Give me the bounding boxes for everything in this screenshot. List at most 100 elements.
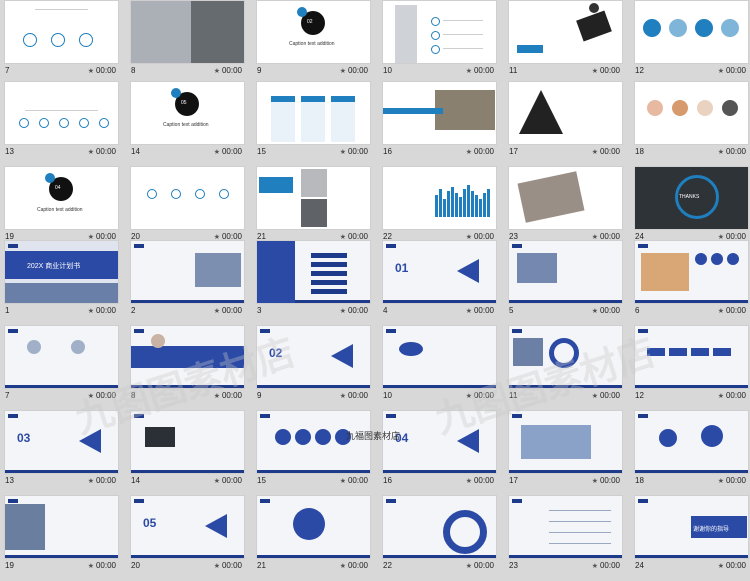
slide-thumbnail[interactable]: 05 Caption text addition 14 ★ 00:00 <box>126 81 251 166</box>
slide-preview[interactable] <box>382 325 497 389</box>
slide-number: 10 <box>383 391 392 400</box>
slide-thumbnail[interactable]: 22 ★ 00:00 <box>378 166 503 251</box>
slide-caption: Caption text addition <box>289 41 335 47</box>
slide-thumbnail[interactable]: 22 ★ 00:00 <box>378 495 503 580</box>
chart-bar <box>459 197 462 217</box>
slide-preview[interactable] <box>4 81 119 145</box>
slide-thumbnail[interactable]: 5 ★ 00:00 <box>504 240 629 325</box>
slide-thumbnail[interactable]: 7 ★ 00:00 <box>0 325 125 410</box>
slide-thumbnail[interactable]: 202X 商业计划书 1 ★ 00:00 <box>0 240 125 325</box>
slide-thumbnail[interactable]: 15 ★ 00:00 <box>252 410 377 495</box>
slide-thumbnail[interactable]: 10 ★ 00:00 <box>378 0 503 85</box>
slide-thumbnail[interactable]: 19 ★ 00:00 <box>0 495 125 580</box>
slide-preview[interactable]: 03 <box>4 410 119 474</box>
slide-preview[interactable] <box>256 410 371 474</box>
text-line <box>549 510 611 511</box>
slide-thumbnail[interactable]: 8 ★ 00:00 <box>126 325 251 410</box>
slide-preview[interactable] <box>4 325 119 389</box>
slide-preview[interactable] <box>634 410 749 474</box>
slide-preview[interactable] <box>508 166 623 230</box>
slide-preview[interactable] <box>634 240 749 304</box>
slide-thumbnail[interactable]: 02 9 ★ 00:00 <box>252 325 377 410</box>
chart-bar <box>475 195 478 217</box>
slide-preview[interactable] <box>130 240 245 304</box>
slide-thumbnail[interactable]: 14 ★ 00:00 <box>126 410 251 495</box>
slide-time: 00:00 <box>95 561 116 570</box>
slide-time: 00:00 <box>221 66 242 75</box>
slide-preview[interactable]: 202X 商业计划书 <box>4 240 119 304</box>
slide-preview[interactable] <box>634 0 749 64</box>
avatar <box>27 340 41 354</box>
slide-thumbnail[interactable]: 05 20 ★ 00:00 <box>126 495 251 580</box>
slide-thumbnail[interactable]: 17 ★ 00:00 <box>504 81 629 166</box>
slide-thumbnail[interactable]: 23 ★ 00:00 <box>504 495 629 580</box>
slide-thumbnail[interactable]: 17 ★ 00:00 <box>504 410 629 495</box>
slide-thumbnail[interactable]: 04 16 ★ 00:00 <box>378 410 503 495</box>
slide-thumbnail[interactable]: 13 ★ 00:00 <box>0 81 125 166</box>
slide-thumbnail[interactable]: 10 ★ 00:00 <box>378 325 503 410</box>
slide-thumbnail[interactable]: 谢谢你的指导 24 ★ 00:00 <box>630 495 750 580</box>
slide-thumbnail[interactable]: 12 ★ 00:00 <box>630 0 750 85</box>
logo-mark <box>134 499 144 503</box>
slide-thumbnail[interactable]: 11 ★ 00:00 <box>504 325 629 410</box>
slide-preview[interactable] <box>256 81 371 145</box>
slide-preview[interactable] <box>508 0 623 64</box>
slide-preview[interactable] <box>508 325 623 389</box>
slide-preview[interactable] <box>508 240 623 304</box>
slide-thumbnail[interactable]: 23 ★ 00:00 <box>504 166 629 251</box>
slide-thumbnail[interactable]: 18 ★ 00:00 <box>630 81 750 166</box>
slide-preview[interactable]: 05 Caption text addition <box>130 81 245 145</box>
slide-preview[interactable] <box>130 410 245 474</box>
triangle-graphic <box>519 90 563 134</box>
slide-preview[interactable] <box>508 81 623 145</box>
slide-thumbnail[interactable]: 18 ★ 00:00 <box>630 410 750 495</box>
slide-thumbnail[interactable]: 6 ★ 00:00 <box>630 240 750 325</box>
slide-thumbnail[interactable]: 12 ★ 00:00 <box>630 325 750 410</box>
slide-preview[interactable]: 01 <box>382 240 497 304</box>
slide-preview[interactable] <box>130 0 245 64</box>
slide-preview[interactable] <box>634 81 749 145</box>
slide-preview[interactable]: THANKS <box>634 166 749 230</box>
slide-preview[interactable] <box>130 166 245 230</box>
slide-thumbnail[interactable]: 21 ★ 00:00 <box>252 166 377 251</box>
slide-preview[interactable] <box>382 81 497 145</box>
slide-thumbnail[interactable]: 8 ★ 00:00 <box>126 0 251 85</box>
slide-thumbnail[interactable]: 02 Caption text addition 9 ★ 00:00 <box>252 0 377 85</box>
slide-preview[interactable] <box>256 495 371 559</box>
footer-band <box>5 555 118 558</box>
slide-preview[interactable] <box>634 325 749 389</box>
slide-preview[interactable]: 02 <box>256 325 371 389</box>
slide-preview[interactable]: 04 <box>382 410 497 474</box>
slide-thumbnail[interactable]: 3 ★ 00:00 <box>252 240 377 325</box>
slide-preview[interactable]: 04 Caption text addition <box>4 166 119 230</box>
footer-band <box>131 555 244 558</box>
agenda-item <box>311 262 347 267</box>
slide-thumbnail[interactable]: 7 ★ 00:00 <box>0 0 125 85</box>
slide-number: 18 <box>635 476 644 485</box>
slide-preview[interactable] <box>382 0 497 64</box>
slide-preview[interactable] <box>382 495 497 559</box>
slide-thumbnail[interactable]: 20 ★ 00:00 <box>126 166 251 251</box>
slide-thumbnail[interactable]: THANKS 24 ★ 00:00 <box>630 166 750 251</box>
slide-preview[interactable]: 02 Caption text addition <box>256 0 371 64</box>
slide-preview[interactable] <box>508 495 623 559</box>
slide-preview[interactable] <box>256 240 371 304</box>
logo-mark <box>512 329 522 333</box>
slide-thumbnail[interactable]: 21 ★ 00:00 <box>252 495 377 580</box>
slide-preview[interactable]: 05 <box>130 495 245 559</box>
slide-number: 22 <box>383 561 392 570</box>
slide-preview[interactable]: 谢谢你的指导 <box>634 495 749 559</box>
slide-thumbnail[interactable]: 03 13 ★ 00:00 <box>0 410 125 495</box>
slide-preview[interactable] <box>4 0 119 64</box>
slide-thumbnail[interactable]: 04 Caption text addition 19 ★ 00:00 <box>0 166 125 251</box>
slide-preview[interactable] <box>508 410 623 474</box>
slide-preview[interactable] <box>256 166 371 230</box>
slide-preview[interactable] <box>382 166 497 230</box>
slide-thumbnail[interactable]: 16 ★ 00:00 <box>378 81 503 166</box>
slide-thumbnail[interactable]: 2 ★ 00:00 <box>126 240 251 325</box>
slide-preview[interactable] <box>130 325 245 389</box>
slide-preview[interactable] <box>4 495 119 559</box>
slide-thumbnail[interactable]: 01 4 ★ 00:00 <box>378 240 503 325</box>
slide-thumbnail[interactable]: 15 ★ 00:00 <box>252 81 377 166</box>
slide-thumbnail[interactable]: 11 ★ 00:00 <box>504 0 629 85</box>
